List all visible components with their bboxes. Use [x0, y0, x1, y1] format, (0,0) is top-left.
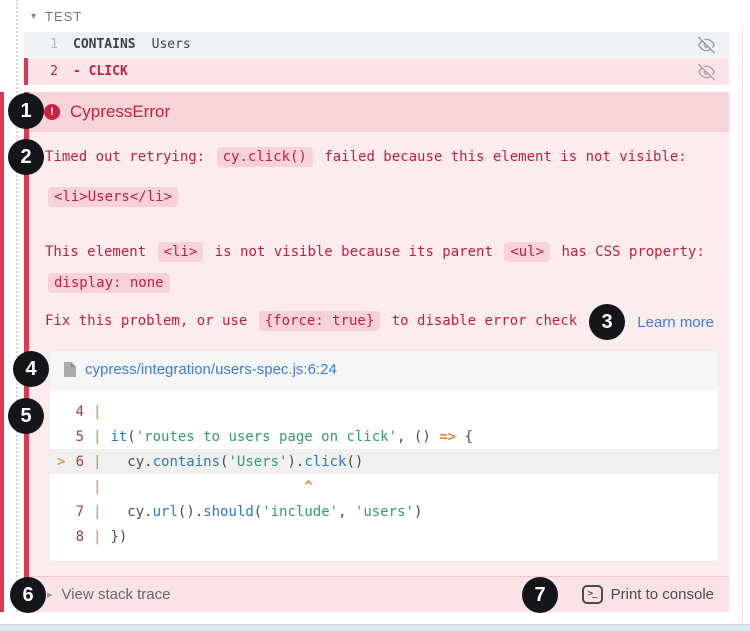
suite-header[interactable]: ▾ TEST	[31, 9, 82, 24]
suite-title: TEST	[45, 9, 82, 24]
annotation-2: 2	[8, 139, 44, 175]
error-message-line-3: Fix this problem, or use {force: true} t…	[45, 313, 577, 329]
caret-right-icon: ▸	[47, 588, 53, 601]
inline-code-pill: cy.click()	[217, 147, 313, 167]
indent-guide-line	[16, 0, 18, 612]
print-to-console-button[interactable]: >_ Print to console	[582, 585, 714, 604]
error-region: ! CypressError Timed out retrying: cy.cl…	[24, 92, 729, 612]
view-stack-trace-label: View stack trace	[62, 586, 171, 603]
inline-code-pill: <li>	[158, 242, 204, 262]
terminal-icon: >_	[582, 585, 603, 604]
code-line: 7 | cy.url().should('include', 'users')	[50, 499, 718, 524]
failed-line-chevron-icon: >	[50, 454, 66, 470]
code-frame: cypress/integration/users-spec.js:6:24 4…	[49, 350, 719, 562]
collapse-caret-icon: ▾	[31, 12, 36, 22]
error-text: failed because this element is not visib…	[316, 149, 687, 165]
cypress-reporter-panel: ▾ TEST 1 CONTAINS Users 2 - CLICK ! Cypr…	[0, 0, 750, 631]
line-number: 5	[66, 429, 84, 445]
gutter-pipe: |	[93, 479, 101, 495]
command-method: CONTAINS	[73, 37, 136, 52]
code-lines: 4|5|it('routes to users page on click', …	[50, 389, 718, 549]
panel-right-edge	[742, 28, 743, 625]
code-frame-header: cypress/integration/users-spec.js:6:24	[50, 351, 718, 389]
command-row-contains[interactable]: 1 CONTAINS Users	[24, 32, 729, 57]
gutter-pipe: |	[93, 454, 101, 470]
code-line: 8 |})	[50, 524, 718, 549]
error-text: is not visible because its parent	[206, 244, 501, 260]
failed-test-left-bar	[0, 92, 4, 612]
code-text: it('routes to users page on click', () =…	[110, 429, 472, 445]
gutter-pipe: |	[93, 529, 101, 545]
code-text: cy.contains('Users').click()	[110, 454, 363, 470]
bottom-panel-edge	[0, 624, 750, 631]
annotation-7: 7	[522, 577, 558, 613]
view-stack-trace-toggle[interactable]: ▸ View stack trace	[47, 586, 170, 603]
spec-file-link[interactable]: cypress/integration/users-spec.js:6:24	[85, 361, 337, 378]
inline-code-pill: <ul>	[504, 242, 550, 262]
code-line: 4|	[50, 399, 718, 424]
code-line: 5 | it('routes to users page on click', ()…	[50, 424, 718, 449]
learn-more-link[interactable]: Learn more	[637, 314, 714, 331]
command-message: Users	[152, 37, 191, 52]
annotation-5: 5	[8, 398, 44, 434]
error-footer: ▸ View stack trace >_ Print to console	[29, 576, 729, 612]
error-text: Fix this problem, or use	[45, 313, 256, 329]
command-number: 2	[46, 64, 58, 79]
line-number: 6	[66, 454, 84, 470]
annotation-1: 1	[8, 93, 44, 129]
error-text: to disable error check	[383, 313, 577, 329]
annotation-3: 3	[589, 304, 625, 340]
line-number: 8	[66, 529, 84, 545]
eye-off-icon	[698, 63, 715, 80]
code-text: ^	[110, 479, 312, 495]
inline-code-pill: display: none	[48, 273, 170, 293]
error-message-line-1: Timed out retrying: cy.click() failed be…	[45, 149, 687, 165]
command-method: - CLICK	[73, 64, 128, 79]
error-text: Timed out retrying:	[45, 149, 214, 165]
gutter-pipe: |	[93, 429, 101, 445]
print-to-console-label: Print to console	[611, 586, 714, 603]
annotation-6: 6	[10, 577, 46, 613]
command-row-click-failed[interactable]: 2 - CLICK	[24, 58, 729, 85]
line-number: 4	[66, 404, 84, 420]
error-title: CypressError	[70, 102, 170, 122]
inline-code-pill: <li>Users</li>	[48, 187, 178, 207]
inline-code-pill: {force: true}	[259, 311, 381, 331]
error-message-line-2: This element <li> is not visible because…	[45, 237, 705, 299]
code-text: })	[110, 529, 127, 545]
eye-off-icon	[698, 36, 715, 53]
error-text: has CSS property:	[553, 244, 705, 260]
file-icon	[64, 362, 76, 377]
gutter-pipe: |	[93, 504, 101, 520]
code-text: cy.url().should('include', 'users')	[110, 504, 422, 520]
error-text: This element	[45, 244, 155, 260]
line-number: 7	[66, 504, 84, 520]
annotation-4: 4	[13, 351, 49, 387]
error-bang-icon: !	[44, 104, 60, 120]
error-body: Timed out retrying: cy.click() failed be…	[29, 132, 729, 576]
command-number: 1	[46, 37, 58, 52]
error-header[interactable]: ! CypressError	[29, 92, 729, 132]
code-line: | ^	[50, 474, 718, 499]
gutter-pipe: |	[93, 404, 101, 420]
error-element-snippet: <li>Users</li>	[45, 189, 181, 205]
code-line: >6 | cy.contains('Users').click()	[50, 449, 718, 474]
